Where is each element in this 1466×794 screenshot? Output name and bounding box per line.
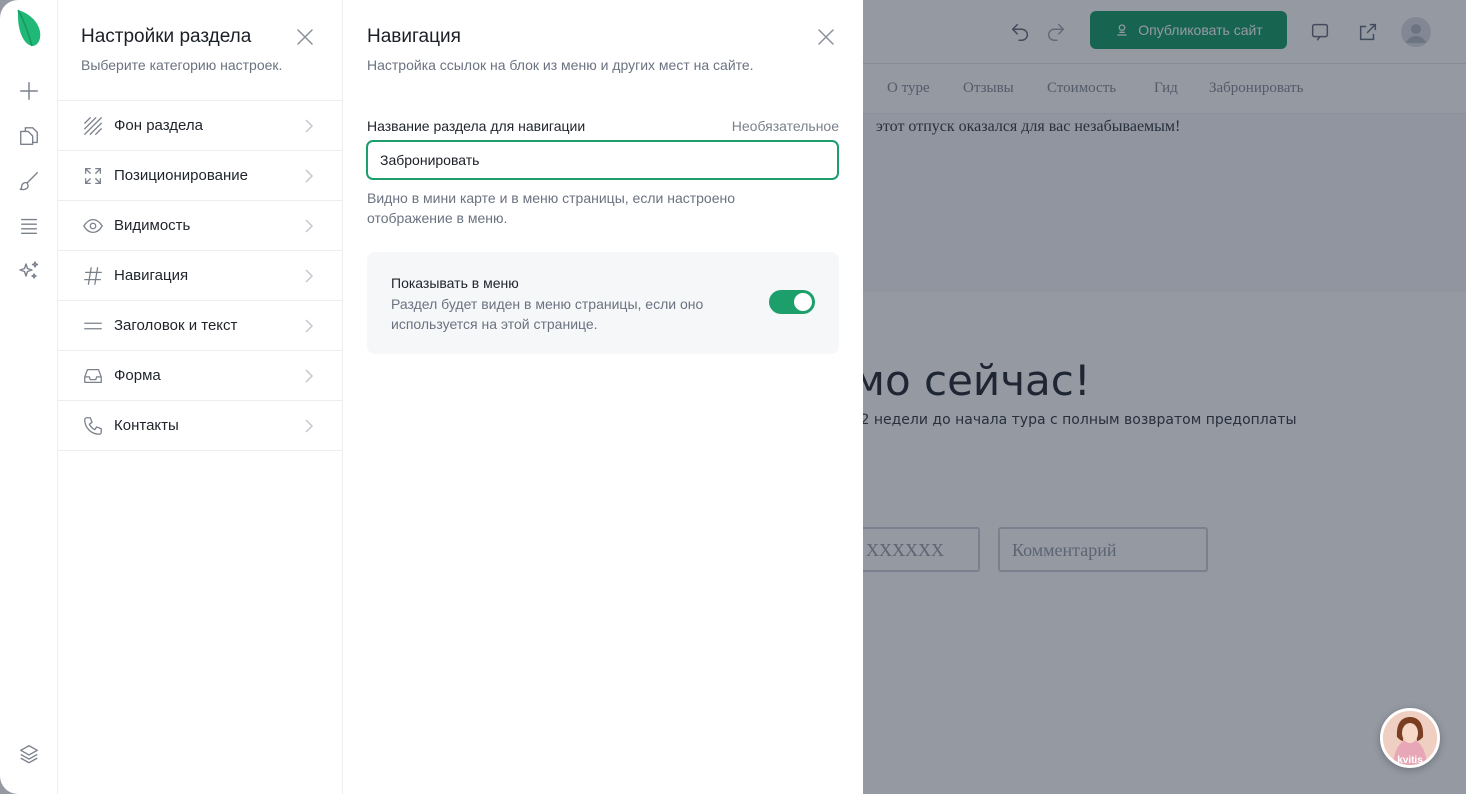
settings-category-list: Фон раздела Позиционирование Видимость Н… xyxy=(58,100,343,451)
hatch-icon xyxy=(81,114,105,138)
navigation-settings-panel: Навигация Настройка ссылок на блок из ме… xyxy=(343,0,863,794)
eye-icon xyxy=(81,214,105,238)
editor-icon-rail xyxy=(0,0,58,794)
chevron-right-icon xyxy=(299,216,319,236)
settings-panel-subtitle: Выберите категорию настроек. xyxy=(81,57,283,73)
list-icon[interactable] xyxy=(13,210,45,242)
plus-icon[interactable] xyxy=(13,75,45,107)
phone-icon xyxy=(81,414,105,438)
hash-icon xyxy=(81,264,105,288)
chevron-right-icon xyxy=(299,266,319,286)
category-label: Позиционирование xyxy=(114,167,249,184)
show-in-menu-description: Раздел будет виден в меню страницы, если… xyxy=(391,296,704,332)
show-in-menu-toggle[interactable] xyxy=(769,290,815,314)
expand-icon xyxy=(81,164,105,188)
logo-leaf-icon[interactable] xyxy=(13,9,45,47)
show-in-menu-card: Показывать в меню Раздел будет виден в м… xyxy=(367,252,839,354)
category-label: Заголовок и текст xyxy=(114,317,238,334)
chevron-right-icon xyxy=(299,316,319,336)
section-settings-panel: Настройки раздела Выберите категорию нас… xyxy=(58,0,343,794)
support-chat-avatar[interactable]: kvitis xyxy=(1380,708,1440,768)
sparkles-icon[interactable] xyxy=(13,255,45,287)
category-form[interactable]: Форма xyxy=(58,351,343,401)
navigation-panel-title: Навигация xyxy=(367,26,461,47)
brush-icon[interactable] xyxy=(13,165,45,197)
settings-panel-title: Настройки раздела xyxy=(81,26,252,47)
lines-icon xyxy=(81,314,105,338)
close-icon xyxy=(818,29,834,45)
navigation-panel-subtitle: Настройка ссылок на блок из меню и други… xyxy=(367,57,754,73)
nav-name-help-text: Видно в мини карте и в меню страницы, ес… xyxy=(367,190,736,226)
close-navigation-button[interactable] xyxy=(814,25,838,49)
category-contacts[interactable]: Контакты xyxy=(58,401,343,451)
category-heading-text[interactable]: Заголовок и текст xyxy=(58,301,343,351)
category-navigation[interactable]: Навигация xyxy=(58,251,343,301)
show-in-menu-title: Показывать в меню xyxy=(391,275,519,291)
layers-icon[interactable] xyxy=(13,738,45,770)
inbox-icon xyxy=(81,364,105,388)
close-settings-button[interactable] xyxy=(293,25,317,49)
chevron-right-icon xyxy=(299,116,319,136)
category-label: Навигация xyxy=(114,267,189,284)
category-visibility[interactable]: Видимость xyxy=(58,201,343,251)
category-background[interactable]: Фон раздела xyxy=(58,101,343,151)
nav-name-field-label: Название раздела для навигации xyxy=(367,118,586,134)
close-icon xyxy=(297,29,313,45)
category-label: Видимость xyxy=(114,217,191,234)
category-label: Контакты xyxy=(114,417,179,434)
chevron-right-icon xyxy=(299,366,319,386)
chat-avatar-label: kvitis xyxy=(1397,755,1423,765)
category-positioning[interactable]: Позиционирование xyxy=(58,151,343,201)
chevron-right-icon xyxy=(299,166,319,186)
toggle-knob xyxy=(794,293,812,311)
category-label: Форма xyxy=(114,367,161,384)
nav-name-input[interactable] xyxy=(366,140,839,180)
nav-name-optional-hint: Необязательное xyxy=(731,118,839,134)
pages-icon[interactable] xyxy=(13,120,45,152)
category-label: Фон раздела xyxy=(114,117,203,134)
chevron-right-icon xyxy=(299,416,319,436)
